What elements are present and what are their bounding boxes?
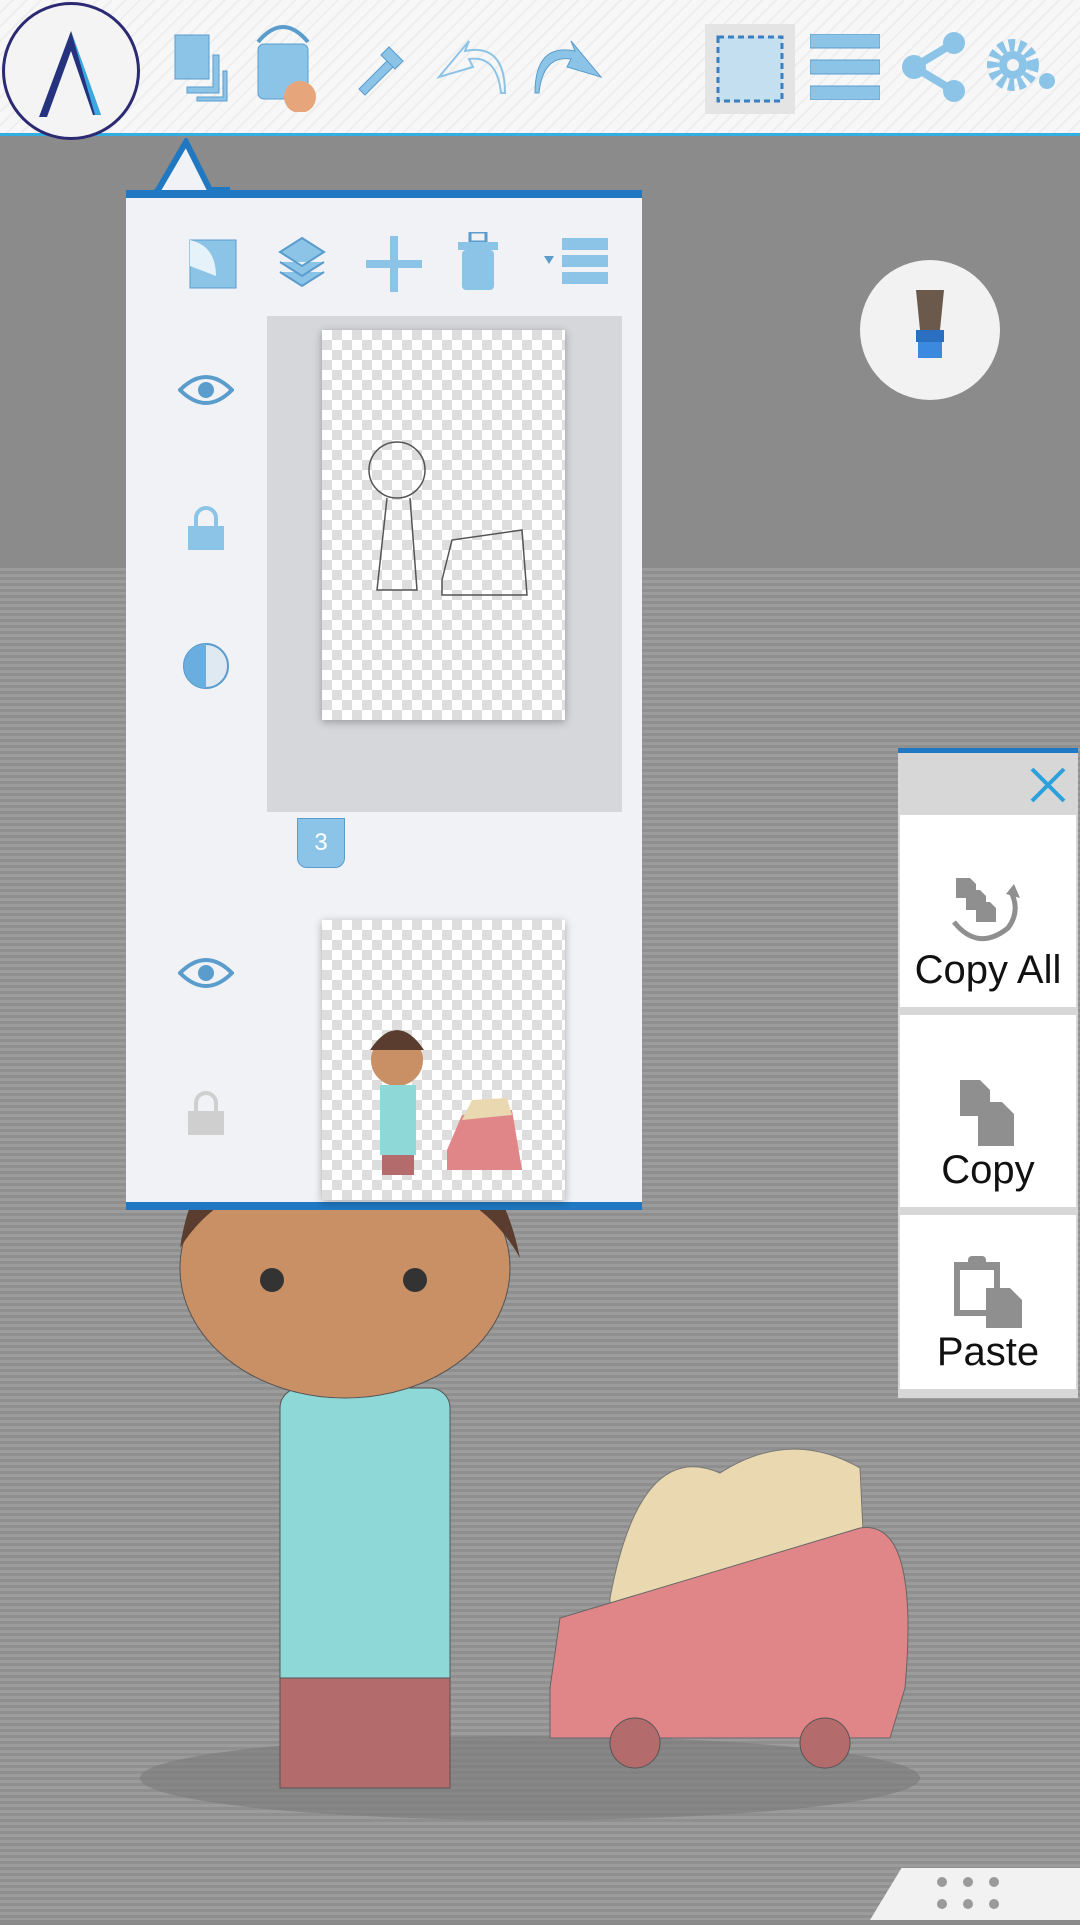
paste-button[interactable]: Paste [900, 1215, 1076, 1389]
paste-icon [954, 1256, 1022, 1328]
undo-icon[interactable] [428, 22, 518, 112]
layer-thumbnail [322, 920, 565, 1200]
trash-icon[interactable] [456, 230, 516, 296]
copy-label: Copy [941, 1148, 1035, 1192]
new-layer-icon[interactable] [186, 236, 246, 296]
top-toolbar [0, 0, 1080, 136]
close-icon[interactable] [1028, 765, 1072, 809]
panel-pointer [150, 138, 230, 198]
visibility-eye-icon[interactable] [146, 360, 266, 420]
layer-number-badge: 3 [297, 818, 345, 868]
copy-all-button[interactable]: Copy All [900, 815, 1076, 1007]
opacity-icon[interactable] [146, 636, 266, 696]
copy-all-label: Copy All [914, 948, 1062, 992]
redo-icon[interactable] [522, 22, 612, 112]
lock-icon[interactable] [146, 498, 266, 558]
paint-bucket-icon[interactable] [238, 22, 328, 112]
copy-icon [960, 1080, 1014, 1146]
visibility-eye-icon[interactable] [146, 943, 266, 1003]
copy-button[interactable]: Copy [900, 1015, 1076, 1207]
copy-all-icon [952, 878, 1020, 942]
add-layer-icon[interactable] [366, 236, 426, 296]
eyedropper-icon[interactable] [336, 22, 426, 112]
bottom-drawer-handle[interactable] [870, 1868, 1080, 1920]
selection-icon[interactable] [705, 24, 795, 114]
merge-layers-icon[interactable] [276, 236, 336, 296]
layers-panel: 3 [126, 190, 642, 1210]
settings-icon[interactable] [978, 22, 1068, 112]
dots-icon [937, 1877, 999, 1909]
brush-button[interactable] [860, 260, 1000, 400]
app-logo-button[interactable] [2, 2, 140, 140]
copy-paste-panel: Copy All Copy Paste [898, 748, 1078, 1398]
layer-menu-icon[interactable] [544, 236, 614, 296]
app-logo-icon [39, 31, 101, 117]
unlocked-icon[interactable] [146, 1083, 266, 1143]
share-icon[interactable] [890, 22, 980, 112]
layer-thumbnail [322, 330, 565, 720]
paste-label: Paste [936, 1330, 1040, 1374]
menu-icon[interactable] [800, 22, 890, 112]
brush-icon [916, 290, 944, 358]
layers-icon[interactable] [158, 22, 248, 112]
